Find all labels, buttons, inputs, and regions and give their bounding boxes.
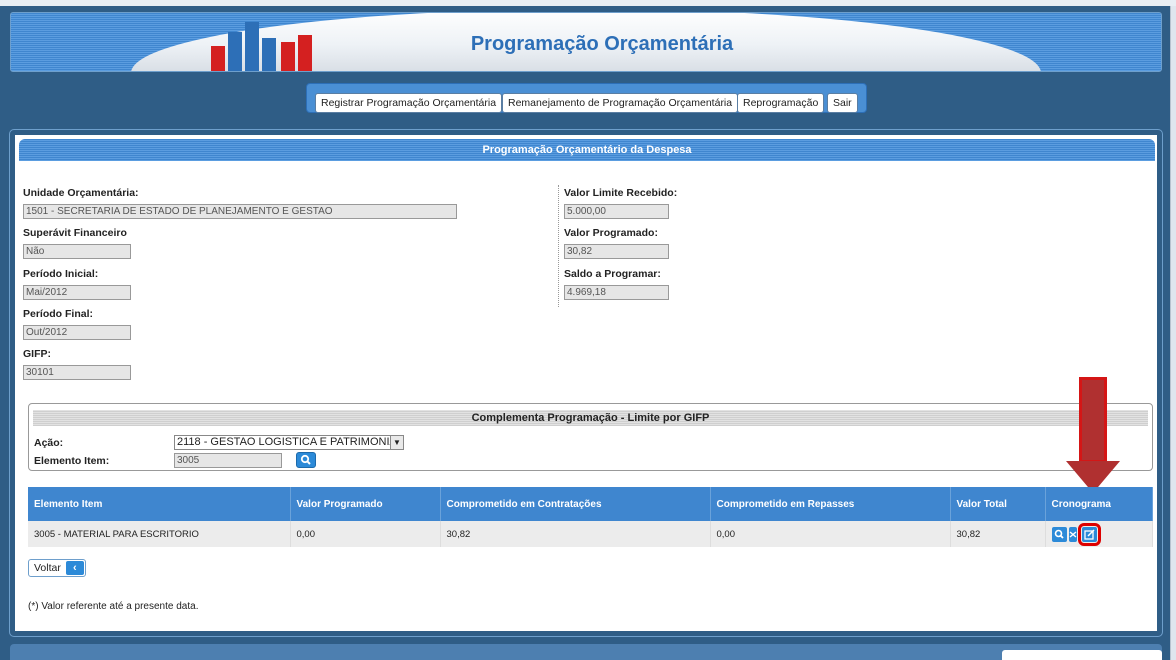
saldo-label: Saldo a Programar: [564,268,661,280]
complementa-section: Complementa Programação - Limite por GIF… [28,403,1153,471]
superavit-label: Superávit Financeiro [23,227,127,239]
acao-select[interactable]: 2118 - GESTAO LOGISTICA E PATRIMONIAL ▼ [174,435,404,450]
col-repasses: Comprometido em Repasses [710,487,951,521]
window-scrollbar[interactable] [1170,6,1176,660]
superavit-field: Não [23,244,131,259]
nav-reprogramacao-button[interactable]: Reprogramação [737,93,825,113]
top-strip [0,0,1176,6]
delete-cronograma-button[interactable] [1068,526,1077,542]
chevron-down-icon[interactable]: ▼ [390,436,403,449]
search-icon [300,454,311,465]
limite-field: 5.000,00 [564,204,669,219]
search-icon [1054,529,1064,539]
bottom-panel-edge [10,644,1162,660]
app-header: Programação Orçamentária [10,12,1162,72]
unidade-field: 1501 - SECRETARIA DE ESTADO DE PLANEJAME… [23,204,457,219]
cell-valor-total: 30,82 [950,521,1046,547]
main-panel: Programação Orçamentário da Despesa Unid… [9,129,1163,637]
edit-icon [1083,528,1095,540]
elemento-item-label: Elemento Item: [34,455,110,467]
column-divider [558,185,559,307]
programado-label: Valor Programado: [564,227,658,239]
elemento-table: Elemento Item Valor Programado Compromet… [28,487,1153,547]
cell-elemento: 3005 - MATERIAL PARA ESCRITORIO [28,521,291,547]
footnote: (*) Valor referente até a presente data. [28,601,199,612]
nav-sair-button[interactable]: Sair [827,93,858,113]
col-cronograma: Cronograma [1045,487,1153,521]
cell-cronograma [1045,521,1153,547]
close-icon [1069,530,1076,538]
limite-label: Valor Limite Recebido: [564,187,678,199]
cell-valor-programado: 0,00 [290,521,441,547]
col-elemento-item: Elemento Item [28,487,291,521]
periodo-final-label: Período Final: [23,308,94,320]
periodo-inicial-field: Mai/2012 [23,285,131,300]
unidade-label: Unidade Orçamentária: [23,187,139,199]
panel-title: Programação Orçamentário da Despesa [19,139,1155,161]
nav-remanejamento-button[interactable]: Remanejamento de Programação Orçamentári… [502,93,739,113]
elemento-item-field[interactable]: 3005 [174,453,282,468]
periodo-inicial-label: Período Inicial: [23,268,99,280]
annotation-arrow-shaft [1079,377,1107,463]
nav-registrar-button[interactable]: Registrar Programação Orçamentária [315,93,503,113]
voltar-button[interactable]: Voltar ‹ [28,559,86,577]
col-valor-programado: Valor Programado [290,487,441,521]
acao-label: Ação: [34,437,64,449]
periodo-final-field: Out/2012 [23,325,131,340]
cell-repasses: 0,00 [710,521,951,547]
gifp-field: 30101 [23,365,131,380]
page-title: Programação Orçamentária [470,33,734,55]
col-valor-total: Valor Total [950,487,1046,521]
programado-field: 30,82 [564,244,669,259]
cell-contratacoes: 30,82 [440,521,711,547]
nav-menu: Registrar Programação Orçamentária Reman… [306,83,867,113]
edit-cronograma-button[interactable] [1077,522,1101,546]
table-row: 3005 - MATERIAL PARA ESCRITORIO 0,00 30,… [28,521,1153,547]
chevron-left-icon: ‹ [65,561,84,575]
elemento-search-button[interactable] [296,452,316,468]
bottom-white-tab [1002,650,1162,660]
gifp-label: GIFP: [23,348,51,360]
voltar-label: Voltar [34,562,61,574]
complementa-title: Complementa Programação - Limite por GIF… [33,410,1148,426]
acao-select-value: 2118 - GESTAO LOGISTICA E PATRIMONIAL [177,436,403,448]
saldo-field: 4.969,18 [564,285,669,300]
view-cronograma-button[interactable] [1051,526,1067,542]
col-contratacoes: Comprometido em Contratações [440,487,711,521]
nav-area: Registrar Programação Orçamentária Reman… [10,72,1162,124]
